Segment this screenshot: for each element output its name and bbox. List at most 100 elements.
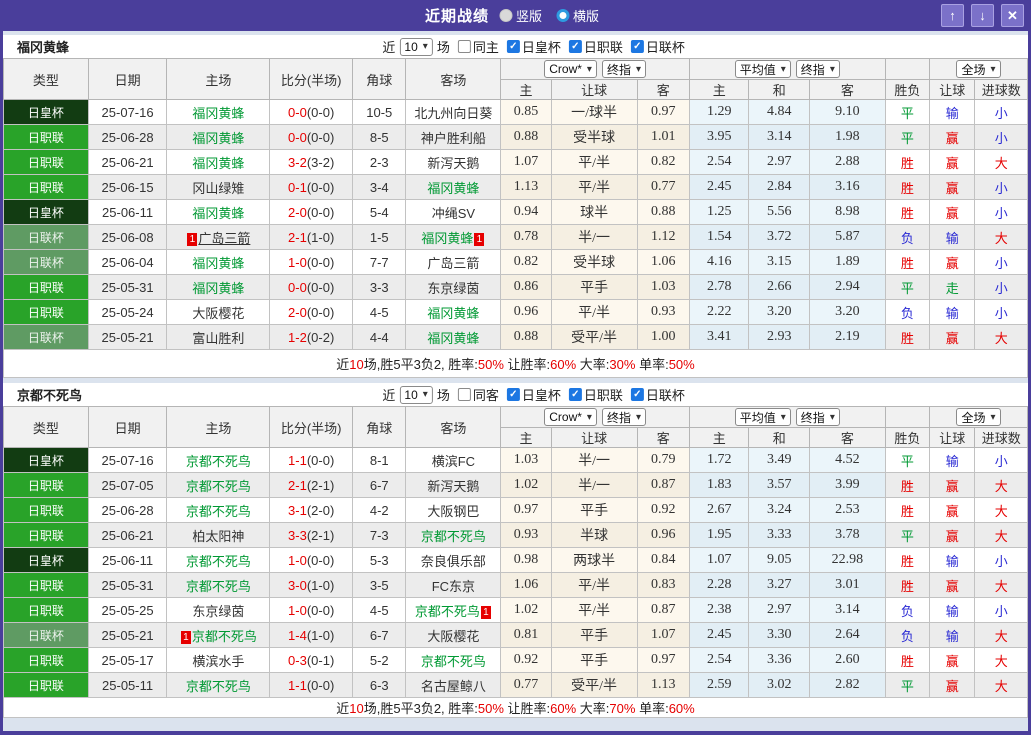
odds-source-select[interactable]: Crow* ▾	[544, 60, 597, 78]
match-type-cell: 日皇杯	[3, 447, 89, 473]
scope-select[interactable]: 全场 ▾	[956, 60, 1001, 78]
score-halftime: (0-0)	[306, 552, 335, 568]
odds-home-cell: 0.86	[500, 274, 552, 300]
down-arrow-icon: ↓	[979, 8, 986, 23]
move-up-button[interactable]: ↑	[941, 4, 964, 27]
score-cell: 2-0(0-0)	[269, 299, 354, 325]
near-label: 近	[382, 388, 396, 403]
match-type-cell: 日皇杯	[3, 99, 89, 125]
result-cell: 胜	[884, 647, 931, 673]
match-count-select[interactable]: 10 ▾	[399, 385, 433, 404]
handicap-result-cell: 赢	[929, 647, 976, 673]
same-venue-checkbox[interactable]: ✓	[457, 388, 471, 401]
match-type-cell: 日皇杯	[3, 547, 89, 573]
avg-home-cell: 2.67	[688, 497, 750, 523]
result-cell: 负	[884, 299, 931, 325]
scope-group-header: 全场 ▾	[929, 406, 1028, 428]
odds-source-select[interactable]: Crow* ▾	[544, 408, 597, 426]
odds-away-cell: 0.88	[636, 199, 690, 225]
score-halftime: (0-0)	[306, 677, 335, 693]
match-count-select[interactable]: 10 ▾	[399, 37, 433, 56]
odds-group-header: Crow* ▾ 终指 ▾	[500, 58, 690, 80]
avg-home-cell: 1.83	[688, 472, 750, 498]
odds-handicap-cell: 两球半	[550, 547, 638, 573]
avg-source-select[interactable]: 平均值 ▾	[734, 408, 791, 426]
odds-handicap-cell: 平/半	[550, 299, 638, 325]
odds-away-cell: 0.93	[636, 299, 690, 325]
odds-handicap-cell: 平/半	[550, 597, 638, 623]
score-cell: 3-0(1-0)	[269, 572, 354, 598]
avg-away-cell: 2.19	[808, 324, 886, 350]
score-fulltime: 2-1	[288, 229, 307, 245]
score-column-header: 比分(半场)	[269, 58, 354, 100]
league-cup-checkbox[interactable]: ✓	[630, 40, 644, 53]
horizontal-layout-label: 横版	[573, 9, 600, 24]
goals-result-cell: 小	[974, 99, 1028, 125]
odds-handicap-cell: 受半球	[550, 249, 638, 275]
j-league-checkbox[interactable]: ✓	[568, 40, 582, 53]
odds-final-select[interactable]: 终指 ▾	[601, 408, 646, 426]
radio-icon[interactable]	[556, 9, 570, 22]
avg-home-cell: 1.72	[688, 447, 750, 473]
j-league-checkbox[interactable]: ✓	[568, 388, 582, 401]
avg-final-select[interactable]: 终指 ▾	[795, 408, 840, 426]
team-name: 京都不死鸟	[17, 388, 83, 403]
match-type-cell: 日职联	[3, 497, 89, 523]
result-cell: 平	[884, 99, 931, 125]
match-type-cell: 日职联	[3, 124, 89, 150]
goals-result-cell: 小	[974, 299, 1028, 325]
chevron-down-icon: ▾	[586, 411, 592, 423]
avg-away-cell: 22.98	[808, 547, 886, 573]
score-fulltime: 2-0	[288, 304, 307, 320]
corner-column-header: 角球	[352, 406, 407, 448]
type-column-header: 类型	[3, 406, 89, 448]
scope-select[interactable]: 全场 ▾	[956, 408, 1001, 426]
odds-home-cell: 0.93	[500, 522, 552, 548]
handicap-result-cell: 输	[929, 99, 976, 125]
score-halftime: (0-0)	[306, 204, 335, 220]
corner-cell: 10-5	[352, 99, 407, 125]
section-home-team: 福冈黄蜂 近 10▾ 场 ✓ 同主 ✓ 日皇杯 ✓ 日职联 ✓ 日联杯	[3, 35, 1028, 378]
same-venue-label: 同主	[472, 40, 499, 55]
odds-home-cell: 0.77	[500, 672, 552, 698]
same-venue-checkbox[interactable]: ✓	[457, 40, 471, 53]
avg-source-select[interactable]: 平均值 ▾	[734, 60, 791, 78]
avg-home-header: 主	[688, 427, 750, 448]
radio-icon[interactable]	[499, 9, 513, 22]
odds-final-select[interactable]: 终指 ▾	[601, 60, 646, 78]
odds-handicap-cell: 半/一	[550, 224, 638, 250]
score-halftime: (2-1)	[306, 527, 335, 543]
handicap-result-cell: 赢	[929, 124, 976, 150]
match-type-cell: 日职联	[3, 174, 89, 200]
corner-cell: 4-5	[352, 299, 407, 325]
away-team-cell: 京都不死鸟	[405, 522, 502, 548]
horizontal-layout-radio[interactable]: 横版	[556, 6, 599, 25]
odds-handicap-cell: 半球	[550, 522, 638, 548]
near-label: 近	[382, 40, 396, 55]
vertical-layout-radio[interactable]: 竖版	[499, 6, 542, 25]
handicap-result-cell: 走	[929, 274, 976, 300]
result-cell: 胜	[884, 547, 931, 573]
avg-final-select[interactable]: 终指 ▾	[795, 60, 840, 78]
odds-away-cell: 0.82	[636, 149, 690, 175]
score-cell: 1-0(0-0)	[269, 547, 354, 573]
result-header: 胜负	[884, 79, 931, 100]
score-halftime: (1-0)	[306, 627, 335, 643]
emperors-cup-checkbox[interactable]: ✓	[506, 40, 520, 53]
score-fulltime: 1-4	[288, 627, 307, 643]
avg-away-cell: 1.98	[808, 124, 886, 150]
score-cell: 0-0(0-0)	[269, 124, 354, 150]
close-button[interactable]: ✕	[1001, 4, 1024, 27]
score-halftime: (3-2)	[306, 154, 335, 170]
score-fulltime: 1-0	[288, 254, 307, 270]
odds-home-cell: 0.78	[500, 224, 552, 250]
score-halftime: (0-0)	[306, 279, 335, 295]
league-cup-checkbox[interactable]: ✓	[630, 388, 644, 401]
odds-home-cell: 1.02	[500, 472, 552, 498]
move-down-button[interactable]: ↓	[971, 4, 994, 27]
emperors-cup-checkbox[interactable]: ✓	[506, 388, 520, 401]
content-area: 福冈黄蜂 近 10▾ 场 ✓ 同主 ✓ 日皇杯 ✓ 日职联 ✓ 日联杯	[3, 31, 1028, 731]
score-halftime: (1-0)	[306, 229, 335, 245]
score-cell: 1-0(0-0)	[269, 249, 354, 275]
goals-result-cell: 大	[974, 224, 1028, 250]
